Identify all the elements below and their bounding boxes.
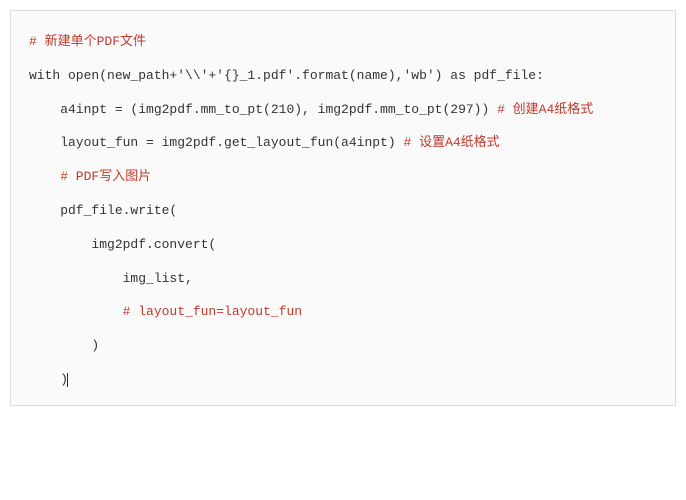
- comment-text: # layout_fun=layout_fun: [29, 304, 302, 319]
- comment-text: # PDF写入图片: [29, 169, 151, 184]
- text-cursor-icon: [67, 373, 68, 387]
- code-block: # 新建单个PDF文件 with open(new_path+'\\'+'{}_…: [10, 10, 676, 406]
- code-text: img2pdf.convert(: [29, 237, 216, 252]
- comment-text: # 新建单个PDF文件: [29, 34, 146, 49]
- code-line: with open(new_path+'\\'+'{}_1.pdf'.forma…: [29, 59, 657, 93]
- code-line: img2pdf.convert(: [29, 228, 657, 262]
- code-text: layout_fun = img2pdf.get_layout_fun(a4in…: [29, 135, 403, 150]
- code-line: layout_fun = img2pdf.get_layout_fun(a4in…: [29, 126, 657, 160]
- code-line: img_list,: [29, 262, 657, 296]
- comment-text: # 创建A4纸格式: [497, 102, 593, 117]
- code-text: pdf_file.write(: [29, 203, 177, 218]
- code-line: # 新建单个PDF文件: [29, 25, 657, 59]
- code-line: ): [29, 363, 657, 397]
- comment-text: # 设置A4纸格式: [403, 135, 499, 150]
- code-line: pdf_file.write(: [29, 194, 657, 228]
- code-line: a4inpt = (img2pdf.mm_to_pt(210), img2pdf…: [29, 93, 657, 127]
- code-line: # layout_fun=layout_fun: [29, 295, 657, 329]
- code-text: img_list,: [29, 271, 193, 286]
- code-line: # PDF写入图片: [29, 160, 657, 194]
- code-text: with open(new_path+'\\'+'{}_1.pdf'.forma…: [29, 68, 544, 83]
- code-text: ): [29, 338, 99, 353]
- code-line: ): [29, 329, 657, 363]
- code-text: ): [29, 372, 68, 387]
- code-text: a4inpt = (img2pdf.mm_to_pt(210), img2pdf…: [29, 102, 497, 117]
